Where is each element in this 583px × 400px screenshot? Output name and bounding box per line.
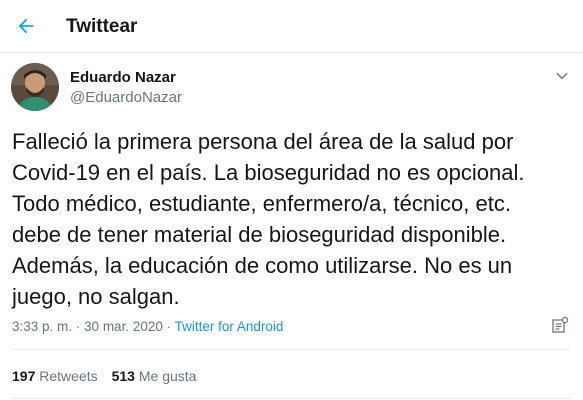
divider — [12, 349, 571, 350]
author-handle[interactable]: @EduardoNazar — [70, 88, 182, 108]
likes-count: 513 — [111, 368, 135, 384]
tweet-menu-button[interactable] — [553, 67, 571, 85]
tweet-source-link[interactable]: Twitter for Android — [175, 319, 284, 334]
analytics-button[interactable] — [551, 316, 569, 334]
back-button[interactable] — [12, 12, 40, 40]
tweet-meta: 3:33 p. m. · 30 mar. 2020 · Twitter for … — [12, 318, 283, 336]
meta-separator: · — [72, 319, 85, 334]
avatar[interactable] — [11, 63, 59, 111]
analytics-icon — [552, 316, 569, 333]
tweet-date[interactable]: 30 mar. 2020 — [84, 319, 163, 334]
arrow-left-icon — [18, 18, 34, 34]
tweet-stats: 197 Retweets 513 Me gusta — [12, 367, 210, 385]
divider — [12, 398, 571, 399]
top-bar: Twittear — [0, 0, 583, 53]
avatar-photo — [11, 63, 59, 111]
meta-separator: · — [162, 319, 175, 334]
chevron-down-icon — [556, 72, 568, 80]
likes-label: Me gusta — [138, 368, 197, 384]
likes-stat[interactable]: 513 Me gusta — [112, 368, 197, 384]
author-name[interactable]: Eduardo Nazar — [70, 68, 176, 88]
tweet-time[interactable]: 3:33 p. m. — [12, 319, 72, 334]
tweet-text: Falleció la primera persona del área de … — [12, 129, 525, 309]
retweets-count: 197 — [12, 368, 36, 384]
retweets-stat[interactable]: 197 Retweets — [12, 368, 98, 384]
page-title: Twittear — [66, 16, 138, 37]
retweets-label: Retweets — [39, 368, 98, 384]
tweet-detail: Eduardo Nazar @EduardoNazar Falleció la … — [0, 53, 583, 400]
